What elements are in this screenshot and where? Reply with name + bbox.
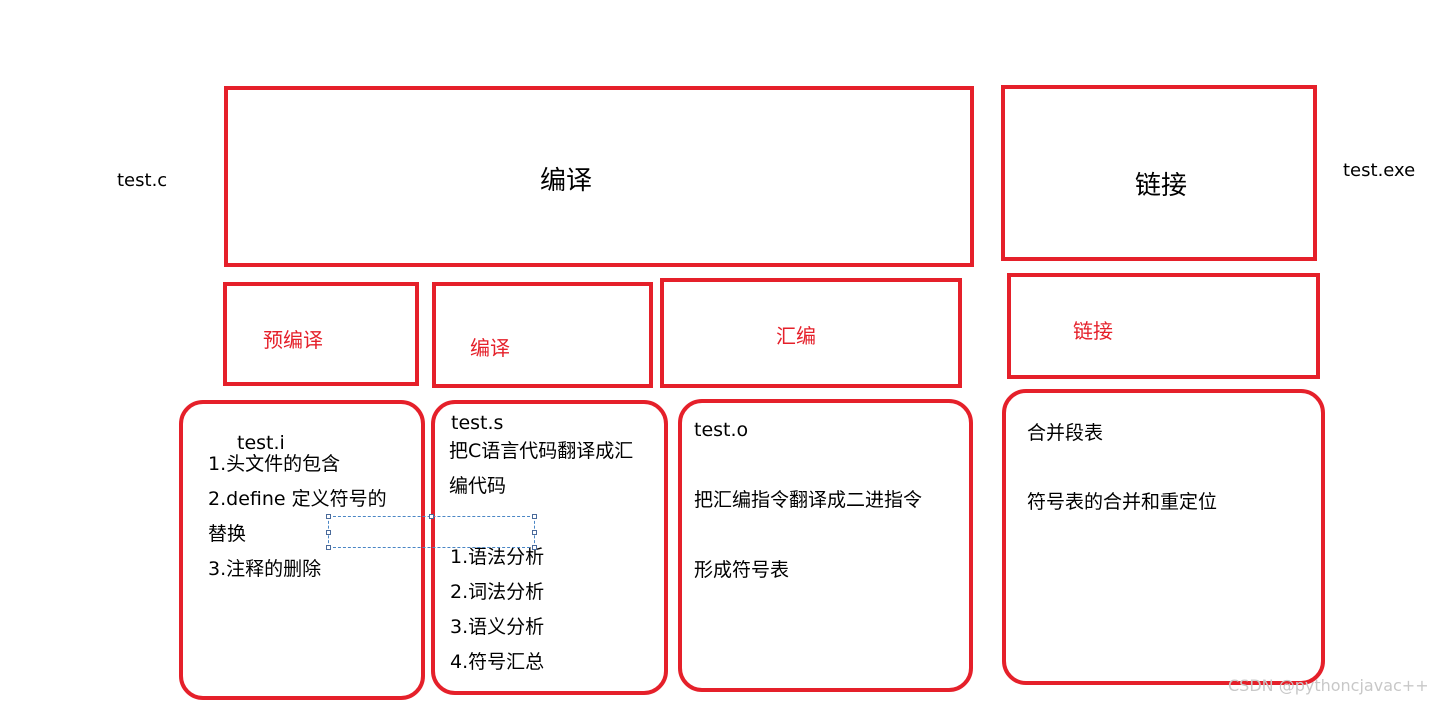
compile-line-2: 2.词法分析	[450, 581, 545, 603]
link-stage-box[interactable]: 链接	[1001, 85, 1317, 261]
precompile-line-4: 3.注释的删除	[208, 558, 322, 580]
selection-handle-tl[interactable]	[326, 514, 331, 519]
selection-handle-tm[interactable]	[429, 514, 434, 519]
selection-handle-ml[interactable]	[326, 530, 331, 535]
compile-stage-box[interactable]: 编译	[224, 86, 974, 267]
precompile-line-2: 2.define 定义符号的	[208, 488, 387, 510]
selection-handle-mr[interactable]	[532, 530, 537, 535]
link-detail-box[interactable]: 合并段表 符号表的合并和重定位	[1002, 389, 1325, 685]
compile-sub-box[interactable]: 编译	[432, 282, 653, 388]
compile-line-3: 3.语义分析	[450, 616, 545, 638]
assemble-box[interactable]: 汇编	[660, 278, 962, 388]
compile-desc-line-1: 把C语言代码翻译成汇	[449, 440, 634, 462]
precompile-line-1: 1.头文件的包含	[208, 453, 341, 475]
selection-rectangle[interactable]	[328, 516, 535, 548]
selection-handle-br[interactable]	[532, 545, 537, 550]
precompile-detail-box[interactable]: test.i 1.头文件的包含 2.define 定义符号的 替换 3.注释的删…	[179, 400, 425, 700]
link-stage-title: 链接	[1135, 171, 1188, 201]
compile-lines: 1.语法分析 2.词法分析 3.语义分析 4.符号汇总	[450, 540, 544, 680]
link-line-2: 符号表的合并和重定位	[1027, 491, 1218, 513]
compile-file: test.s	[451, 412, 504, 434]
watermark: CSDN @pythoncjavac++	[1228, 676, 1429, 695]
compile-sub-title: 编译	[470, 336, 510, 360]
selection-handle-tr[interactable]	[532, 514, 537, 519]
output-file-label: test.exe	[1343, 160, 1416, 181]
link-line-1: 合并段表	[1027, 422, 1104, 444]
precompile-title: 预编译	[263, 328, 323, 352]
link-sub-title: 链接	[1073, 319, 1113, 343]
assemble-title: 汇编	[776, 324, 816, 348]
compile-desc-line-2: 编代码	[449, 475, 507, 497]
compile-stage-title: 编译	[540, 166, 593, 196]
assemble-line-1: 把汇编指令翻译成二进指令	[694, 489, 923, 511]
assemble-file: test.o	[694, 419, 749, 441]
compile-desc: 把C语言代码翻译成汇 编代码	[449, 434, 633, 504]
assemble-detail-box[interactable]: test.o 把汇编指令翻译成二进指令 形成符号表	[678, 399, 973, 692]
precompile-box[interactable]: 预编译	[223, 282, 419, 386]
assemble-line-2: 形成符号表	[694, 559, 790, 581]
selection-handle-bl[interactable]	[326, 545, 331, 550]
source-file-label: test.c	[117, 170, 168, 191]
link-sub-box[interactable]: 链接	[1007, 273, 1320, 379]
compile-line-4: 4.符号汇总	[450, 651, 545, 673]
